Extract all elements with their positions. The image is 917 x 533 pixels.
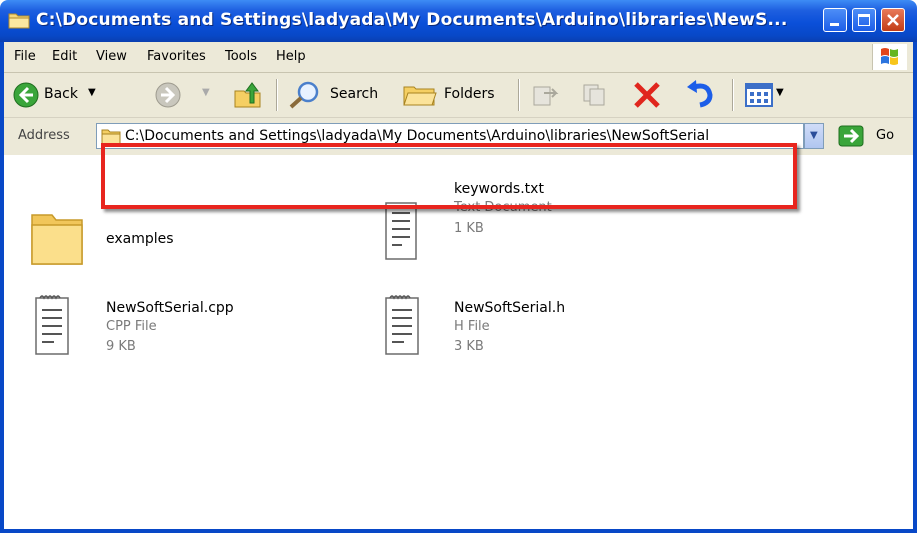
explorer-window: C:\Documents and Settings\ladyada\My Doc… xyxy=(0,0,917,533)
windows-logo-icon xyxy=(872,44,907,70)
file-size: 1 KB xyxy=(454,221,484,236)
search-icon[interactable] xyxy=(286,79,322,111)
toolbar-separator xyxy=(276,79,278,111)
file-name: NewSoftSerial.cpp xyxy=(106,300,234,316)
toolbar-separator xyxy=(732,79,734,111)
up-folder-icon[interactable] xyxy=(232,79,264,111)
address-path: C:\Documents and Settings\ladyada\My Doc… xyxy=(125,128,710,144)
window-title: C:\Documents and Settings\ladyada\My Doc… xyxy=(36,10,788,30)
toolbar-separator xyxy=(518,79,520,111)
close-button[interactable] xyxy=(881,8,905,32)
menu-favorites[interactable]: Favorites xyxy=(147,49,206,64)
list-item[interactable]: examples xyxy=(28,205,328,275)
file-type: H File xyxy=(454,319,490,334)
file-size: 3 KB xyxy=(454,339,484,354)
delete-icon[interactable] xyxy=(632,81,662,109)
notepad-document-icon xyxy=(385,295,419,355)
menu-help[interactable]: Help xyxy=(276,49,306,64)
address-highlight-box xyxy=(101,143,797,209)
maximize-button[interactable] xyxy=(852,8,876,32)
move-to-icon[interactable] xyxy=(530,81,560,109)
menu-edit[interactable]: Edit xyxy=(52,49,77,64)
folders-icon[interactable] xyxy=(402,81,438,109)
list-item[interactable]: NewSoftSerial.cpp CPP File 9 KB xyxy=(34,292,354,372)
address-dropdown-button[interactable]: ▼ xyxy=(804,123,824,149)
chevron-down-icon: ▼ xyxy=(810,130,818,141)
file-size: 9 KB xyxy=(106,339,136,354)
back-dropdown-icon[interactable]: ▼ xyxy=(88,87,96,98)
menu-tools[interactable]: Tools xyxy=(225,49,257,64)
file-name: examples xyxy=(106,231,174,247)
address-label: Address xyxy=(18,128,70,143)
notepad-document-icon xyxy=(35,295,69,355)
folders-button[interactable]: Folders xyxy=(444,86,495,102)
go-arrow-icon[interactable] xyxy=(838,125,864,147)
folder-icon xyxy=(31,214,83,265)
forward-arrow-icon[interactable] xyxy=(154,81,182,109)
menu-view[interactable]: View xyxy=(96,49,127,64)
title-bar[interactable]: C:\Documents and Settings\ladyada\My Doc… xyxy=(0,0,917,42)
forward-dropdown-icon[interactable]: ▼ xyxy=(202,87,210,98)
views-icon[interactable] xyxy=(744,81,774,109)
go-button[interactable]: Go xyxy=(876,128,894,143)
standard-buttons: Back ▼ ▼ Search Folders ▼ xyxy=(4,73,913,118)
maximize-icon xyxy=(858,14,870,26)
copy-to-icon[interactable] xyxy=(580,81,610,109)
file-list: examples keywords.txt Text Document 1 KB… xyxy=(4,155,913,529)
minimize-icon xyxy=(830,23,839,26)
window-frame-bottom xyxy=(0,529,917,533)
folder-icon xyxy=(8,13,30,29)
file-type: CPP File xyxy=(106,319,157,334)
list-item[interactable]: NewSoftSerial.h H File 3 KB xyxy=(384,292,704,372)
close-icon xyxy=(887,14,899,26)
menu-bar: File Edit View Favorites Tools Help xyxy=(4,42,913,73)
back-arrow-icon[interactable] xyxy=(12,81,40,109)
menu-file[interactable]: File xyxy=(14,49,36,64)
views-dropdown-icon[interactable]: ▼ xyxy=(776,87,784,98)
file-name: NewSoftSerial.h xyxy=(454,300,566,316)
minimize-button[interactable] xyxy=(823,8,847,32)
window-frame-right xyxy=(913,42,917,533)
undo-icon[interactable] xyxy=(684,79,716,109)
search-button[interactable]: Search xyxy=(330,86,378,102)
back-button[interactable]: Back xyxy=(44,86,78,102)
